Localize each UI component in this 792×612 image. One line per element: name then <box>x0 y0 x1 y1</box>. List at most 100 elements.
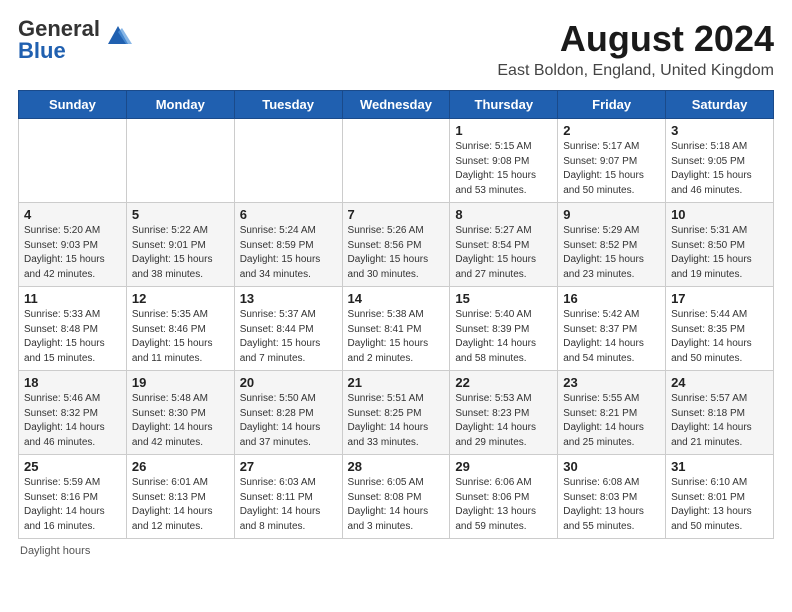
day-cell <box>126 119 234 203</box>
day-cell: 10 Sunrise: 5:31 AM Sunset: 8:50 PM Dayli… <box>666 203 774 287</box>
logo: General Blue <box>18 18 132 62</box>
weekday-monday: Monday <box>126 91 234 119</box>
day-cell: 28 Sunrise: 6:05 AM Sunset: 8:08 PM Dayli… <box>342 455 450 539</box>
day-number: 26 <box>132 459 229 474</box>
day-cell: 13 Sunrise: 5:37 AM Sunset: 8:44 PM Dayli… <box>234 287 342 371</box>
day-cell: 26 Sunrise: 6:01 AM Sunset: 8:13 PM Dayli… <box>126 455 234 539</box>
day-number: 31 <box>671 459 768 474</box>
day-info: Sunrise: 6:10 AM Sunset: 8:01 PM Dayligh… <box>671 476 768 534</box>
day-number: 25 <box>24 459 121 474</box>
day-number: 27 <box>240 459 337 474</box>
day-number: 6 <box>240 207 337 222</box>
weekday-wednesday: Wednesday <box>342 91 450 119</box>
day-info: Sunrise: 5:33 AM Sunset: 8:48 PM Dayligh… <box>24 308 121 366</box>
week-row-5: 25 Sunrise: 5:59 AM Sunset: 8:16 PM Dayli… <box>19 455 774 539</box>
day-number: 22 <box>455 375 552 390</box>
day-info: Sunrise: 5:44 AM Sunset: 8:35 PM Dayligh… <box>671 308 768 366</box>
day-cell: 29Sunrise: 6:06 AM Sunset: 8:06 PM Dayli… <box>450 455 558 539</box>
day-number: 28 <box>348 459 445 474</box>
day-number: 8 <box>455 207 552 222</box>
day-cell <box>19 119 127 203</box>
day-cell: 16 Sunrise: 5:42 AM Sunset: 8:37 PM Dayli… <box>558 287 666 371</box>
calendar-table: SundayMondayTuesdayWednesdayThursdayFrid… <box>18 90 774 539</box>
day-cell: 31 Sunrise: 6:10 AM Sunset: 8:01 PM Dayli… <box>666 455 774 539</box>
day-info: Sunrise: 5:18 AM Sunset: 9:05 PM Dayligh… <box>671 140 768 198</box>
daylight-label: Daylight hours <box>20 545 90 557</box>
day-info: Sunrise: 6:06 AM Sunset: 8:06 PM Dayligh… <box>455 476 552 534</box>
day-cell: 9 Sunrise: 5:29 AM Sunset: 8:52 PM Daylig… <box>558 203 666 287</box>
day-info: Sunrise: 6:03 AM Sunset: 8:11 PM Dayligh… <box>240 476 337 534</box>
day-number: 11 <box>24 291 121 306</box>
day-number: 30 <box>563 459 660 474</box>
day-cell: 8Sunrise: 5:27 AM Sunset: 8:54 PM Daylig… <box>450 203 558 287</box>
day-info: Sunrise: 5:17 AM Sunset: 9:07 PM Dayligh… <box>563 140 660 198</box>
logo-blue: Blue <box>18 38 66 63</box>
day-info: Sunrise: 5:40 AM Sunset: 8:39 PM Dayligh… <box>455 308 552 366</box>
day-info: Sunrise: 6:08 AM Sunset: 8:03 PM Dayligh… <box>563 476 660 534</box>
day-info: Sunrise: 5:22 AM Sunset: 9:01 PM Dayligh… <box>132 224 229 282</box>
day-number: 10 <box>671 207 768 222</box>
day-number: 4 <box>24 207 121 222</box>
day-info: Sunrise: 5:42 AM Sunset: 8:37 PM Dayligh… <box>563 308 660 366</box>
day-cell: 5Sunrise: 5:22 AM Sunset: 9:01 PM Daylig… <box>126 203 234 287</box>
title-area: August 2024 East Boldon, England, United… <box>497 18 774 80</box>
day-info: Sunrise: 5:59 AM Sunset: 8:16 PM Dayligh… <box>24 476 121 534</box>
day-cell: 22 Sunrise: 5:53 AM Sunset: 8:23 PM Dayli… <box>450 371 558 455</box>
day-number: 7 <box>348 207 445 222</box>
location: East Boldon, England, United Kingdom <box>497 62 774 80</box>
weekday-header-row: SundayMondayTuesdayWednesdayThursdayFrid… <box>19 91 774 119</box>
day-cell: 14 Sunrise: 5:38 AM Sunset: 8:41 PM Dayli… <box>342 287 450 371</box>
day-cell: 3 Sunrise: 5:18 AM Sunset: 9:05 PM Daylig… <box>666 119 774 203</box>
day-number: 19 <box>132 375 229 390</box>
day-info: Sunrise: 5:15 AM Sunset: 9:08 PM Dayligh… <box>455 140 552 198</box>
day-info: Sunrise: 5:37 AM Sunset: 8:44 PM Dayligh… <box>240 308 337 366</box>
day-number: 24 <box>671 375 768 390</box>
day-info: Sunrise: 5:38 AM Sunset: 8:41 PM Dayligh… <box>348 308 445 366</box>
day-info: Sunrise: 5:57 AM Sunset: 8:18 PM Dayligh… <box>671 392 768 450</box>
day-info: Sunrise: 5:20 AM Sunset: 9:03 PM Dayligh… <box>24 224 121 282</box>
day-info: Sunrise: 6:01 AM Sunset: 8:13 PM Dayligh… <box>132 476 229 534</box>
day-cell: 12Sunrise: 5:35 AM Sunset: 8:46 PM Dayli… <box>126 287 234 371</box>
week-row-2: 4 Sunrise: 5:20 AM Sunset: 9:03 PM Daylig… <box>19 203 774 287</box>
day-number: 12 <box>132 291 229 306</box>
day-info: Sunrise: 5:53 AM Sunset: 8:23 PM Dayligh… <box>455 392 552 450</box>
logo-icon <box>104 24 132 46</box>
weekday-sunday: Sunday <box>19 91 127 119</box>
day-cell: 6 Sunrise: 5:24 AM Sunset: 8:59 PM Daylig… <box>234 203 342 287</box>
day-cell: 18 Sunrise: 5:46 AM Sunset: 8:32 PM Dayli… <box>19 371 127 455</box>
day-info: Sunrise: 5:55 AM Sunset: 8:21 PM Dayligh… <box>563 392 660 450</box>
day-cell: 20Sunrise: 5:50 AM Sunset: 8:28 PM Dayli… <box>234 371 342 455</box>
day-number: 1 <box>455 123 552 138</box>
day-number: 14 <box>348 291 445 306</box>
day-cell: 21Sunrise: 5:51 AM Sunset: 8:25 PM Dayli… <box>342 371 450 455</box>
day-cell <box>234 119 342 203</box>
day-info: Sunrise: 5:24 AM Sunset: 8:59 PM Dayligh… <box>240 224 337 282</box>
day-cell: 23Sunrise: 5:55 AM Sunset: 8:21 PM Dayli… <box>558 371 666 455</box>
weekday-tuesday: Tuesday <box>234 91 342 119</box>
week-row-3: 11 Sunrise: 5:33 AM Sunset: 8:48 PM Dayli… <box>19 287 774 371</box>
day-info: Sunrise: 5:31 AM Sunset: 8:50 PM Dayligh… <box>671 224 768 282</box>
day-number: 18 <box>24 375 121 390</box>
day-info: Sunrise: 5:26 AM Sunset: 8:56 PM Dayligh… <box>348 224 445 282</box>
week-row-1: 1 Sunrise: 5:15 AM Sunset: 9:08 PM Daylig… <box>19 119 774 203</box>
day-number: 13 <box>240 291 337 306</box>
day-cell: 30 Sunrise: 6:08 AM Sunset: 8:03 PM Dayli… <box>558 455 666 539</box>
day-info: Sunrise: 5:46 AM Sunset: 8:32 PM Dayligh… <box>24 392 121 450</box>
weekday-friday: Friday <box>558 91 666 119</box>
day-info: Sunrise: 6:05 AM Sunset: 8:08 PM Dayligh… <box>348 476 445 534</box>
day-info: Sunrise: 5:48 AM Sunset: 8:30 PM Dayligh… <box>132 392 229 450</box>
day-cell: 1 Sunrise: 5:15 AM Sunset: 9:08 PM Daylig… <box>450 119 558 203</box>
day-cell: 15Sunrise: 5:40 AM Sunset: 8:39 PM Dayli… <box>450 287 558 371</box>
week-row-4: 18 Sunrise: 5:46 AM Sunset: 8:32 PM Dayli… <box>19 371 774 455</box>
day-number: 16 <box>563 291 660 306</box>
header: General Blue August 2024 East Boldon, En… <box>18 18 774 80</box>
day-info: Sunrise: 5:29 AM Sunset: 8:52 PM Dayligh… <box>563 224 660 282</box>
day-number: 9 <box>563 207 660 222</box>
day-cell: 2Sunrise: 5:17 AM Sunset: 9:07 PM Daylig… <box>558 119 666 203</box>
day-number: 3 <box>671 123 768 138</box>
month-title: August 2024 <box>497 18 774 60</box>
weekday-thursday: Thursday <box>450 91 558 119</box>
day-cell: 17Sunrise: 5:44 AM Sunset: 8:35 PM Dayli… <box>666 287 774 371</box>
day-cell: 7 Sunrise: 5:26 AM Sunset: 8:56 PM Daylig… <box>342 203 450 287</box>
day-cell: 4 Sunrise: 5:20 AM Sunset: 9:03 PM Daylig… <box>19 203 127 287</box>
